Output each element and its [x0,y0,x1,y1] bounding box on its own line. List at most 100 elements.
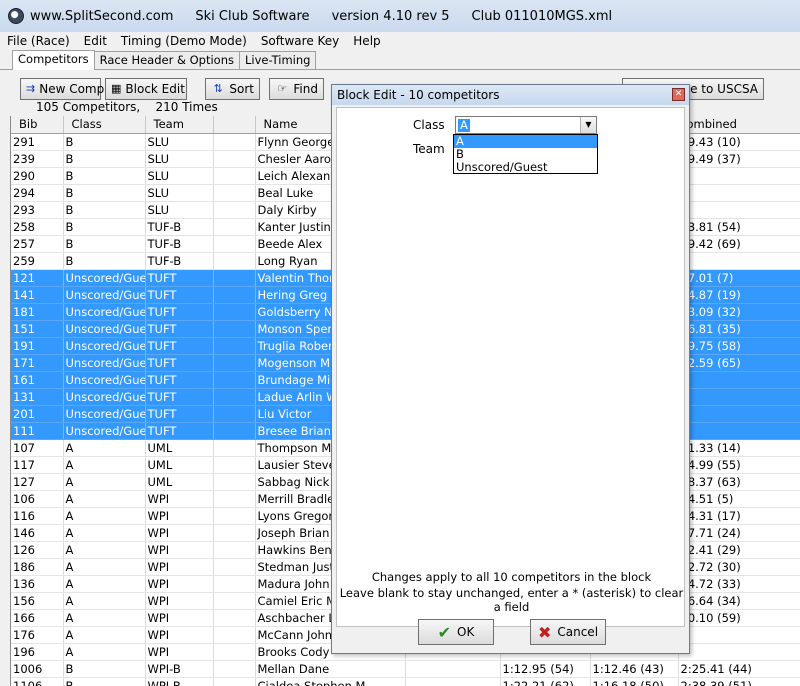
cell-team[interactable]: TUFT [145,388,214,406]
cell-bib[interactable]: 131 [11,388,64,406]
cell-bib[interactable]: 196 [11,643,64,661]
cell-combined[interactable] [678,643,800,661]
cell-combined[interactable]: 12.72 (30) [678,558,800,576]
table-row[interactable]: 1106 B WPI-B Cialdea Stephen M 1:22.21 (62) 1… [11,677,800,686]
cell-combined[interactable]: 16.81 (35) [678,320,800,338]
cell-class[interactable]: Unscored/Gues [63,269,146,287]
cell-blank[interactable] [213,439,256,457]
cell-class[interactable]: B [63,201,146,219]
cell-blank[interactable] [213,677,256,686]
cell-team[interactable]: TUFT [145,405,214,423]
cell-blank[interactable] [213,524,256,542]
cell-team[interactable]: WPI [145,592,214,610]
cell-blank[interactable] [213,592,256,610]
cell-blank[interactable] [213,371,256,389]
cell-blank[interactable] [213,150,256,168]
cell-blank[interactable] [213,133,256,151]
cell-combined[interactable]: 58.37 (63) [678,473,800,491]
cell-team[interactable]: SLU [145,133,214,151]
cell-combined[interactable] [678,184,800,202]
cell-team[interactable]: UML [145,439,214,457]
cell-blank[interactable] [213,269,256,287]
cell-class[interactable]: B [63,677,146,686]
cell-combined[interactable] [678,371,800,389]
col-class[interactable]: Class [63,116,146,134]
col-combined[interactable]: ombined [678,116,800,134]
cell-combined[interactable]: 04.87 (19) [678,286,800,304]
cell-bib[interactable]: 176 [11,626,64,644]
cell-blank[interactable] [213,643,256,661]
cell-team[interactable]: TUFT [145,354,214,372]
cell-blank[interactable] [213,388,256,406]
cell-team[interactable]: WPI [145,575,214,593]
cell-bib[interactable]: 121 [11,269,64,287]
cell-blank[interactable] [213,405,256,423]
cell-combined[interactable]: 44.99 (55) [678,456,800,474]
cell-blank[interactable] [213,201,256,219]
cell-run1[interactable]: 1:12.95 (54) [500,660,591,678]
cell-team[interactable]: TUFT [145,371,214,389]
cell-blank[interactable] [213,286,256,304]
chevron-down-icon[interactable]: ▼ [580,117,596,133]
cell-team[interactable]: TUF-B [145,235,214,253]
cell-team[interactable]: TUFT [145,286,214,304]
cell-bib[interactable]: 146 [11,524,64,542]
cell-team[interactable]: SLU [145,201,214,219]
cell-combined[interactable]: 54.51 (5) [678,490,800,508]
cell-bib[interactable]: 186 [11,558,64,576]
cell-class[interactable]: A [63,609,146,627]
cell-class[interactable]: B [63,218,146,236]
cell-bib[interactable]: 171 [11,354,64,372]
cell-bib[interactable]: 156 [11,592,64,610]
cell-team[interactable]: TUFT [145,422,214,440]
cell-combined[interactable]: 16.64 (34) [678,592,800,610]
menu-file[interactable]: File (Race) [0,34,77,48]
cell-class[interactable]: Unscored/Gues [63,286,146,304]
cell-bib[interactable]: 141 [11,286,64,304]
cell-name[interactable]: Mellan Dane [255,660,406,678]
cell-class[interactable]: Unscored/Gues [63,422,146,440]
cell-combined[interactable]: 59.43 (10) [678,133,800,151]
cell-class[interactable]: B [63,235,146,253]
cell-combined[interactable]: 19.42 (69) [678,235,800,253]
col-blank[interactable] [213,116,256,134]
cell-team[interactable]: WPI [145,490,214,508]
cell-combined[interactable]: 12.41 (29) [678,541,800,559]
cell-bib[interactable]: 127 [11,473,64,491]
cell-team[interactable]: TUFT [145,320,214,338]
cell-class[interactable]: A [63,439,146,457]
cell-bib[interactable]: 191 [11,337,64,355]
cell-class[interactable]: A [63,558,146,576]
cell-team[interactable]: WPI [145,643,214,661]
cell-team[interactable]: SLU [145,150,214,168]
cell-combined[interactable] [678,388,800,406]
cell-blank[interactable] [213,354,256,372]
cell-class[interactable]: A [63,643,146,661]
cell-class[interactable]: A [63,507,146,525]
cell-bib[interactable]: 106 [11,490,64,508]
new-comp-button[interactable]: ⇉ New Comp [20,78,104,100]
cancel-button[interactable]: ✖ Cancel [530,619,606,645]
menu-edit[interactable]: Edit [77,34,114,48]
tab-race-header[interactable]: Race Header & Options [93,51,240,69]
cell-class[interactable]: A [63,541,146,559]
cell-combined[interactable]: 01.33 (14) [678,439,800,457]
cell-combined[interactable]: 14.72 (33) [678,575,800,593]
cell-combined[interactable] [678,201,800,219]
cell-blank[interactable] [213,541,256,559]
table-row[interactable]: 1006 B WPI-B Mellan Dane 1:12.95 (54) 1:12.46… [11,660,800,678]
cell-blank[interactable] [213,167,256,185]
cell-class[interactable]: B [63,167,146,185]
cell-class[interactable]: Unscored/Gues [63,303,146,321]
cell-bib[interactable]: 258 [11,218,64,236]
cell-combined[interactable] [678,252,800,270]
cell-blank[interactable] [213,473,256,491]
cell-run2[interactable]: 1:16.18 (50) [590,677,679,686]
cell-class[interactable]: B [63,184,146,202]
cell-combined[interactable]: 19.49 (37) [678,150,800,168]
cell-team[interactable]: TUF-B [145,252,214,270]
col-bib[interactable]: Bib [11,116,64,134]
cell-blank[interactable] [213,558,256,576]
cell-bib[interactable]: 201 [11,405,64,423]
cell-bib[interactable]: 161 [11,371,64,389]
